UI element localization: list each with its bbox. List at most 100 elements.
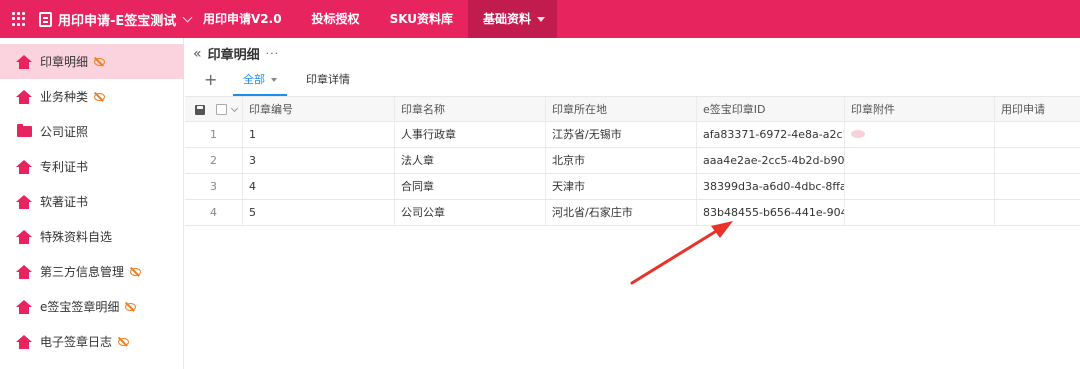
table-cell-name[interactable]: 法人章	[395, 148, 546, 173]
app-title[interactable]: 用印申请-E签宝测试	[58, 10, 176, 29]
header-controls	[185, 97, 243, 122]
collapse-sidebar-icon[interactable]: «	[193, 46, 202, 62]
table-cell-location[interactable]: 天津市	[546, 174, 697, 199]
table-cell-location[interactable]: 江苏省/无锡市	[546, 122, 697, 147]
table-cell-seal-application[interactable]	[995, 122, 1080, 147]
column-header[interactable]: 印章编号	[243, 97, 395, 122]
table-cell-esign-id[interactable]: afa83371-6972-4e8a-a2c1-0...	[697, 122, 845, 147]
eye-off-icon	[130, 267, 142, 276]
row-number: 4	[185, 200, 243, 225]
sidebar-item-label: 第三方信息管理	[40, 265, 125, 279]
nav-item-basic-data[interactable]: 基础资料	[468, 0, 558, 38]
sidebar-item[interactable]: e签宝签章明细	[0, 289, 184, 324]
table-row[interactable]: 23法人章北京市aaa4e2ae-2cc5-4b2d-b90a-d...	[185, 148, 1080, 174]
table-cell-attachment[interactable]	[845, 122, 995, 147]
chevron-down-icon[interactable]	[230, 104, 239, 113]
sidebar-item-label: e签宝签章明细	[40, 300, 120, 314]
caret-down-icon	[537, 17, 546, 22]
column-header[interactable]: 印章名称	[395, 97, 546, 122]
column-header[interactable]: e签宝印章ID	[697, 97, 845, 122]
sidebar: 印章明细业务种类公司证照专利证书软著证书特殊资料自选 第三方信息管理 e签宝签章明细…	[0, 38, 184, 369]
table-cell-esign-id[interactable]: 38399d3a-a6d0-4dbc-8ffa-bd...	[697, 174, 845, 199]
eye-off-icon	[94, 57, 106, 66]
table-cell-code[interactable]: 3	[243, 148, 395, 173]
sidebar-item[interactable]: 业务种类	[0, 79, 184, 114]
table-row[interactable]: 45公司公章河北省/石家庄市83b48455-b656-441e-904f-8.…	[185, 200, 1080, 226]
row-number: 1	[185, 122, 243, 147]
document-icon	[39, 11, 52, 27]
table-row[interactable]: 11人事行政章江苏省/无锡市afa83371-6972-4e8a-a2c1-0.…	[185, 122, 1080, 148]
house-icon	[16, 159, 32, 174]
sidebar-item[interactable]: 第三方信息管理	[0, 254, 184, 289]
more-icon[interactable]: ···	[266, 47, 280, 60]
table-cell-attachment[interactable]	[845, 174, 995, 199]
house-icon	[16, 54, 32, 69]
sidebar-item-label: 电子签章日志	[40, 335, 113, 349]
sidebar-item[interactable]: 特殊资料自选	[0, 219, 184, 254]
house-icon	[16, 264, 32, 279]
table-row[interactable]: 34合同章天津市38399d3a-a6d0-4dbc-8ffa-bd...	[185, 174, 1080, 200]
table-cell-code[interactable]: 1	[243, 122, 395, 147]
view-tabs: + 全部 印章详情	[185, 70, 1080, 96]
sidebar-item-label: 业务种类	[40, 90, 89, 104]
nav-item-sku-library[interactable]: SKU资料库	[375, 0, 468, 38]
table-cell-code[interactable]: 4	[243, 174, 395, 199]
page-title: 印章明细	[207, 48, 260, 63]
nav-item-bid-authorization[interactable]: 投标授权	[297, 0, 375, 38]
eye-off-icon	[125, 302, 137, 311]
house-icon	[16, 194, 32, 209]
caret-down-icon[interactable]	[271, 78, 277, 82]
sidebar-item-label: 专利证书	[40, 160, 89, 174]
table-cell-location[interactable]: 北京市	[546, 148, 697, 173]
table-cell-seal-application[interactable]	[995, 148, 1080, 173]
table-cell-esign-id[interactable]: aaa4e2ae-2cc5-4b2d-b90a-d...	[697, 148, 845, 173]
table-cell-name[interactable]: 公司公章	[395, 200, 546, 225]
sidebar-item[interactable]: 电子签章日志	[0, 324, 184, 359]
table-cell-seal-application[interactable]	[995, 200, 1080, 225]
sidebar-item[interactable]: 印章明细	[0, 44, 184, 79]
sidebar-item-label: 公司证照	[40, 125, 89, 139]
folder-icon	[17, 124, 32, 137]
eye-off-icon	[94, 92, 106, 101]
page-header: « 印章明细 ···	[193, 44, 280, 64]
table-cell-attachment[interactable]	[845, 200, 995, 225]
eye-off-icon	[118, 337, 130, 346]
top-bar: 用印申请-E签宝测试 用印申请V2.0 投标授权 SKU资料库 基础资料	[0, 0, 1080, 38]
sidebar-item[interactable]: 专利证书	[0, 149, 184, 184]
sidebar-item[interactable]: 公司证照	[0, 114, 184, 149]
column-header[interactable]: 用印申请	[995, 97, 1080, 122]
sidebar-item[interactable]: 软著证书	[0, 184, 184, 219]
select-all-checkbox[interactable]	[216, 104, 227, 115]
nav-item-label: 基础资料	[483, 12, 532, 26]
seal-attachment-thumbnail-icon[interactable]	[851, 130, 865, 138]
tab-label: 全部	[243, 73, 265, 86]
tab-all[interactable]: 全部	[233, 70, 287, 96]
house-icon	[16, 299, 32, 314]
app-grid-icon[interactable]	[12, 12, 26, 26]
row-number: 2	[185, 148, 243, 173]
row-number: 3	[185, 174, 243, 199]
table-cell-name[interactable]: 人事行政章	[395, 122, 546, 147]
table-cell-location[interactable]: 河北省/石家庄市	[546, 200, 697, 225]
column-header[interactable]: 印章附件	[845, 97, 995, 122]
tab-seal-details[interactable]: 印章详情	[306, 70, 350, 96]
main-content: « 印章明细 ··· + 全部 印章详情 印章编号 印章名称 印章所在地 e签宝…	[185, 38, 1080, 369]
sidebar-item-label: 软著证书	[40, 195, 89, 209]
table-cell-seal-application[interactable]	[995, 174, 1080, 199]
tab-label: 印章详情	[306, 73, 350, 86]
save-icon[interactable]	[195, 105, 205, 115]
table-cell-attachment[interactable]	[845, 148, 995, 173]
table-cell-name[interactable]: 合同章	[395, 174, 546, 199]
add-tab-button[interactable]: +	[204, 70, 217, 90]
table-cell-esign-id[interactable]: 83b48455-b656-441e-904f-8...	[697, 200, 845, 225]
sidebar-item-label: 印章明细	[40, 55, 89, 69]
table-cell-code[interactable]: 5	[243, 200, 395, 225]
nav-item-seal-application[interactable]: 用印申请V2.0	[188, 0, 297, 38]
table-header: 印章编号 印章名称 印章所在地 e签宝印章ID 印章附件 用印申请	[185, 96, 1080, 122]
house-icon	[16, 334, 32, 349]
column-header[interactable]: 印章所在地	[546, 97, 697, 122]
sidebar-item-label: 特殊资料自选	[40, 230, 113, 244]
house-icon	[16, 229, 32, 244]
house-icon	[16, 89, 32, 104]
top-nav: 用印申请V2.0 投标授权 SKU资料库 基础资料	[188, 0, 558, 38]
